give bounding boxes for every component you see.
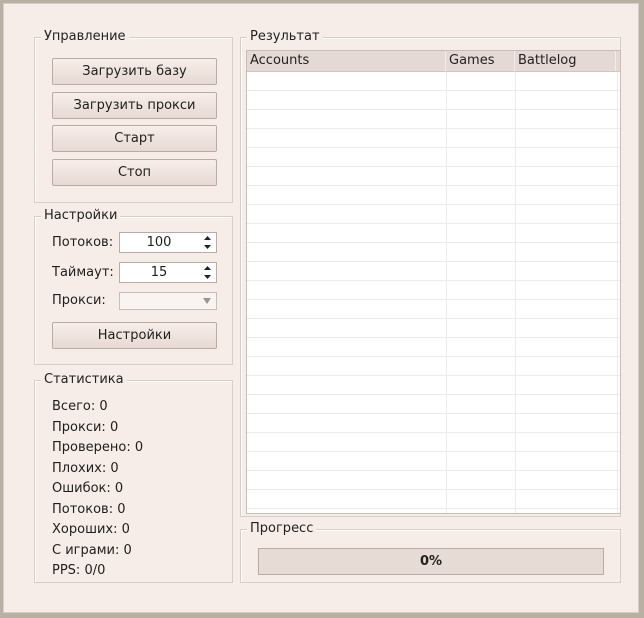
- load-proxy-button[interactable]: Загрузить прокси: [52, 92, 217, 119]
- timeout-value: 15: [150, 265, 168, 280]
- stat-checked: Проверено: 0: [52, 440, 144, 455]
- up-down-arrows-icon[interactable]: [203, 265, 212, 280]
- column-divider: [446, 72, 447, 513]
- table-row: [247, 357, 620, 376]
- table-row: [247, 72, 620, 91]
- settings-group-title: Настройки: [41, 208, 121, 224]
- threads-label: Потоков:: [52, 235, 114, 250]
- column-divider: [617, 72, 618, 513]
- progress-group: Прогресс 0%: [240, 521, 621, 583]
- table-row: [247, 243, 620, 262]
- chevron-down-icon: [203, 298, 211, 304]
- load-base-button[interactable]: Загрузить базу: [52, 58, 217, 85]
- proxy-label: Прокси:: [52, 293, 106, 308]
- stat-total: Всего: 0: [52, 399, 108, 414]
- table-row: [247, 186, 620, 205]
- table-row: [247, 129, 620, 148]
- up-down-arrows-icon[interactable]: [203, 235, 212, 250]
- stat-bad: Плохих: 0: [52, 461, 119, 476]
- column-header-accounts[interactable]: Accounts: [247, 51, 446, 71]
- table-header: Accounts Games Battlelog: [247, 51, 620, 72]
- stat-errors: Ошибок: 0: [52, 481, 124, 496]
- stat-good: Хороших: 0: [52, 522, 130, 537]
- settings-group: Настройки Потоков: 100 Таймаут: 15 Прокс…: [34, 208, 233, 365]
- table-body: [247, 72, 620, 513]
- table-row: [247, 490, 620, 509]
- control-group: Управление Загрузить базу Загрузить прок…: [34, 29, 233, 203]
- table-row: [247, 110, 620, 129]
- control-group-title: Управление: [41, 29, 129, 45]
- table-row: [247, 167, 620, 186]
- table-row: [247, 509, 620, 513]
- table-row: [247, 433, 620, 452]
- table-row: [247, 395, 620, 414]
- table-row: [247, 205, 620, 224]
- result-group: Результат Accounts Games Battlelog: [240, 29, 621, 517]
- table-row: [247, 452, 620, 471]
- timeout-spinbox[interactable]: 15: [119, 262, 217, 283]
- timeout-label: Таймаут:: [52, 265, 114, 280]
- table-row: [247, 319, 620, 338]
- stat-pps: PPS: 0/0: [52, 563, 106, 578]
- result-group-title: Результат: [247, 29, 323, 45]
- stop-button[interactable]: Стоп: [52, 159, 217, 186]
- table-row: [247, 262, 620, 281]
- start-button[interactable]: Старт: [52, 125, 217, 152]
- threads-value: 100: [146, 235, 172, 250]
- threads-spinbox[interactable]: 100: [119, 232, 217, 253]
- table-row: [247, 471, 620, 490]
- table-row: [247, 414, 620, 433]
- stat-with-games: С играми: 0: [52, 543, 132, 558]
- settings-button[interactable]: Настройки: [52, 322, 217, 349]
- table-row: [247, 281, 620, 300]
- column-divider: [515, 72, 516, 513]
- table-row: [247, 148, 620, 167]
- table-row: [247, 376, 620, 395]
- stats-group: Статистика Всего: 0 Прокси: 0 Проверено:…: [34, 372, 233, 583]
- progress-bar: 0%: [258, 548, 604, 575]
- table-row: [247, 91, 620, 110]
- stat-threads: Потоков: 0: [52, 502, 126, 517]
- stat-proxy: Прокси: 0: [52, 420, 119, 435]
- progress-label: 0%: [419, 554, 443, 569]
- column-header-games[interactable]: Games: [446, 51, 515, 71]
- main-window: Управление Загрузить базу Загрузить прок…: [3, 3, 639, 613]
- table-row: [247, 224, 620, 243]
- results-table[interactable]: Accounts Games Battlelog: [246, 50, 621, 514]
- table-row: [247, 338, 620, 357]
- table-row: [247, 300, 620, 319]
- proxy-select[interactable]: [119, 292, 217, 310]
- column-header-battlelog[interactable]: Battlelog: [515, 51, 616, 71]
- progress-group-title: Прогресс: [247, 521, 317, 537]
- stats-group-title: Статистика: [41, 372, 127, 388]
